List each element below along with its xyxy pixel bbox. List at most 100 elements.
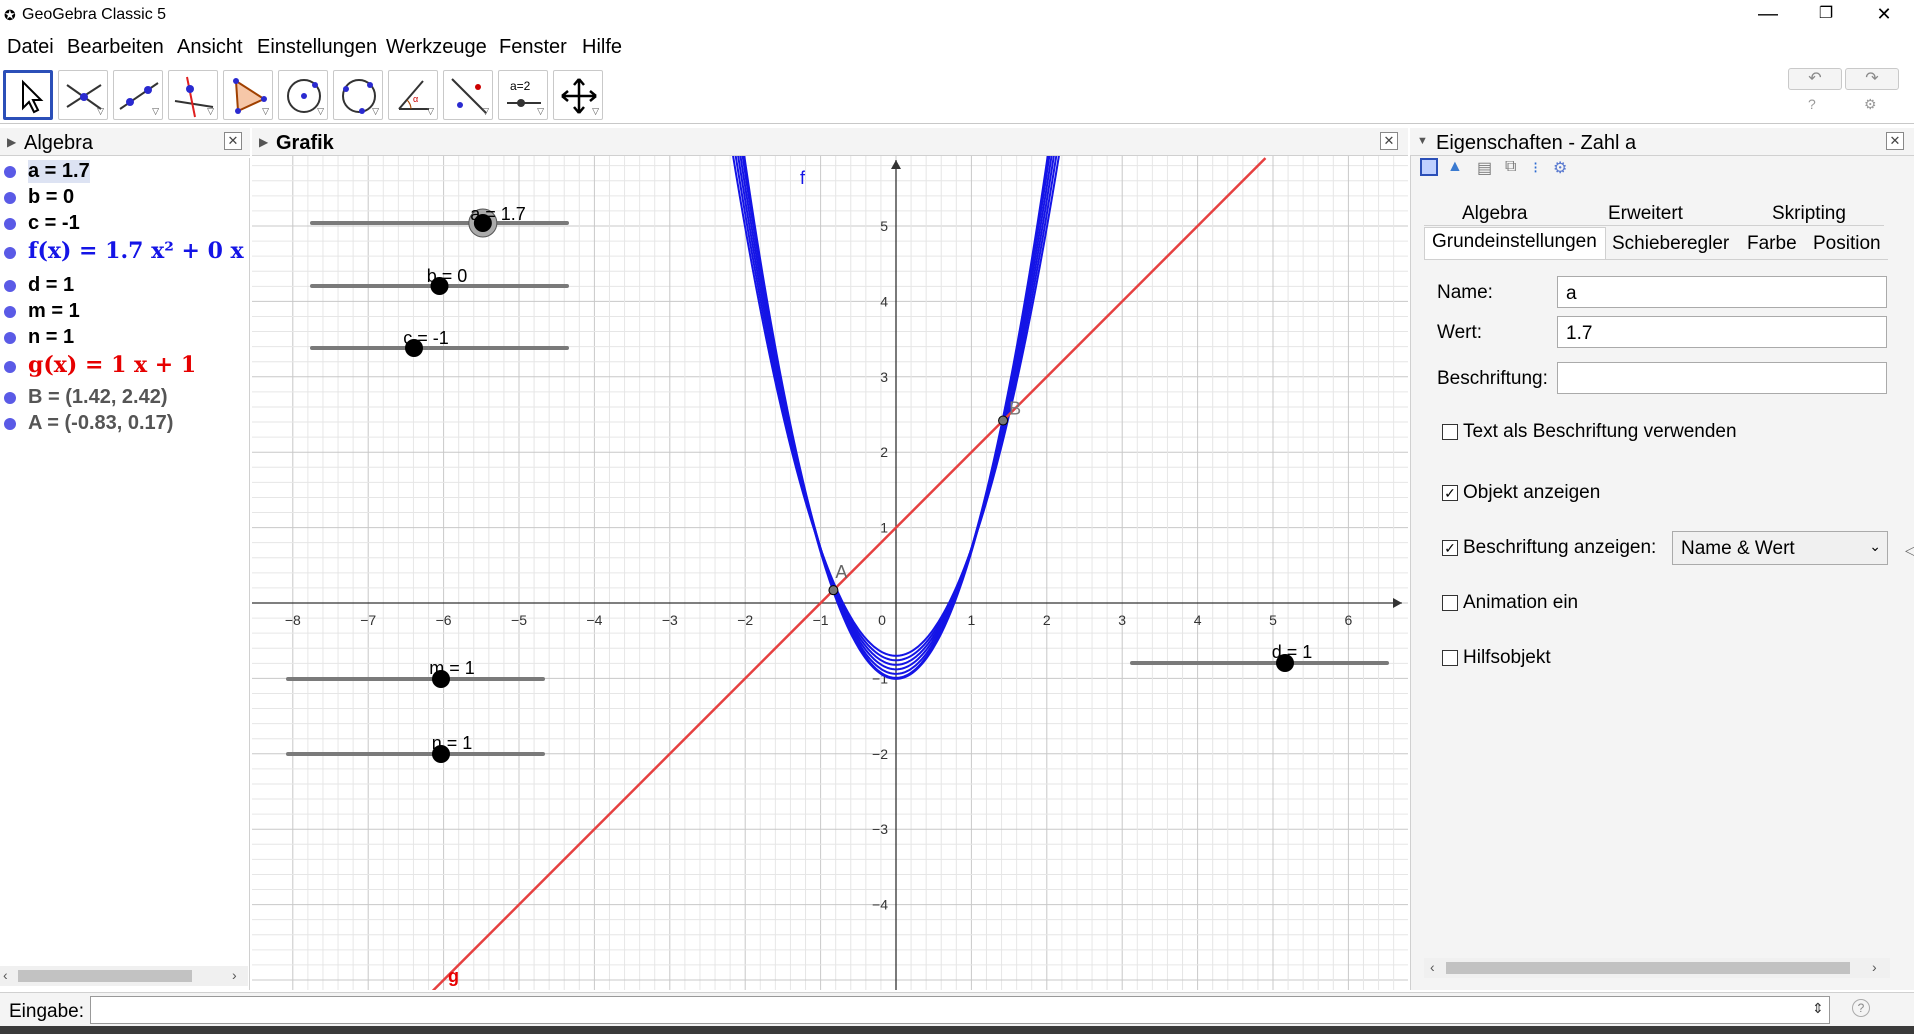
scrollbar-thumb[interactable] bbox=[18, 970, 192, 982]
more-icon[interactable]: ⁝ bbox=[1533, 158, 1538, 178]
parabola-f-curve[interactable] bbox=[736, 0, 1408, 680]
menu-werkzeuge[interactable]: Werkzeuge bbox=[386, 36, 487, 59]
tab-position[interactable]: Position bbox=[1813, 233, 1881, 255]
visibility-dot-icon[interactable] bbox=[4, 247, 16, 259]
menu-ansicht[interactable]: Ansicht bbox=[177, 36, 243, 59]
close-algebra-button[interactable]: ✕ bbox=[224, 132, 242, 150]
coordinate-plane[interactable]: −8 −7 −6 −5 −4 −3 −2 −1 0 1 2 3 4 5 654321−1−2−3−4ABfg… bbox=[252, 0, 1408, 1034]
line-tool-button[interactable]: ▽ bbox=[113, 70, 163, 120]
shapes-icon[interactable]: ▲ bbox=[1447, 158, 1463, 176]
caption-field[interactable] bbox=[1557, 362, 1887, 394]
scroll-left-icon[interactable]: ‹ bbox=[1430, 959, 1435, 975]
point-tool-button[interactable]: ▽ bbox=[58, 70, 108, 120]
algebra-item-g[interactable]: g(x) = 1 x + 1 bbox=[0, 352, 250, 382]
graphics-view[interactable]: −8 −7 −6 −5 −4 −3 −2 −1 0 1 2 3 4 5 6 5 4 3 2 1 −1 −2 −3 −4 A Bf g… bbox=[252, 0, 1408, 1034]
all-objects-icon[interactable] bbox=[1420, 158, 1438, 176]
properties-horizontal-scrollbar[interactable]: ‹ › bbox=[1424, 958, 1890, 978]
move-tool-button[interactable] bbox=[3, 70, 53, 120]
algebra-horizontal-scrollbar[interactable]: ‹ › bbox=[0, 966, 248, 986]
close-properties-button[interactable]: ✕ bbox=[1886, 132, 1904, 150]
scroll-right-icon[interactable]: › bbox=[1872, 959, 1877, 975]
algebra-item-f[interactable]: f(x) = 1.7 x² + 0 x − 1 bbox=[0, 238, 250, 268]
point-B[interactable] bbox=[998, 415, 1009, 426]
move-view-tool-button[interactable]: ▽ bbox=[553, 70, 603, 120]
parabola-f-curve[interactable] bbox=[725, 0, 1408, 657]
help-icon[interactable]: ? bbox=[1852, 999, 1870, 1017]
algebra-item-d[interactable]: d = 1 bbox=[0, 274, 250, 298]
perpendicular-tool-button[interactable]: ▽ bbox=[168, 70, 218, 120]
visibility-dot-icon[interactable] bbox=[4, 392, 16, 404]
undo-button[interactable]: ↶ bbox=[1788, 68, 1842, 90]
input-history-icon[interactable]: ⇕ bbox=[1812, 1000, 1824, 1017]
tab-farbe[interactable]: Farbe bbox=[1747, 233, 1797, 255]
scroll-right-icon[interactable]: › bbox=[232, 967, 237, 983]
minimize-button[interactable]: — bbox=[1740, 0, 1796, 30]
help-icon[interactable]: ? bbox=[1808, 96, 1816, 112]
visibility-dot-icon[interactable] bbox=[4, 218, 16, 230]
graphics-settings-icon[interactable]: ⧉ bbox=[1505, 158, 1516, 176]
reflect-tool-button[interactable]: ▽ bbox=[443, 70, 493, 120]
tab-schieberegler[interactable]: Schieberegler bbox=[1612, 233, 1729, 255]
panel-resize-handle-icon[interactable]: ◁ bbox=[1905, 542, 1914, 559]
algebra-item-B[interactable]: B = (1.42, 2.42) bbox=[0, 386, 250, 410]
x-axis-arrow-icon bbox=[1393, 598, 1402, 608]
caption-label: Beschriftung: bbox=[1437, 368, 1548, 389]
collapse-arrow-icon[interactable]: ▼ bbox=[1417, 135, 1428, 147]
menu-hilfe[interactable]: Hilfe bbox=[582, 36, 622, 59]
collapse-arrow-icon[interactable]: ▶ bbox=[259, 135, 268, 149]
algebra-item-b[interactable]: b = 0 bbox=[0, 186, 250, 210]
scroll-left-icon[interactable]: ‹ bbox=[3, 967, 8, 983]
redo-button[interactable]: ↷ bbox=[1845, 68, 1899, 90]
visibility-dot-icon[interactable] bbox=[4, 332, 16, 344]
menu-datei[interactable]: Datei bbox=[7, 36, 54, 59]
label-mode-dropdown[interactable]: Name & Wert ⌄ bbox=[1672, 531, 1888, 565]
close-graphics-button[interactable]: ✕ bbox=[1380, 132, 1398, 150]
point-A[interactable] bbox=[828, 585, 839, 596]
visibility-dot-icon[interactable] bbox=[4, 166, 16, 178]
tab-skripting[interactable]: Skripting bbox=[1772, 203, 1846, 225]
visibility-dot-icon[interactable] bbox=[4, 280, 16, 292]
title-bar: ✪ GeoGebra Classic 5 — ❐ ✕ bbox=[0, 0, 1914, 30]
auxiliary-checkbox[interactable] bbox=[1442, 650, 1458, 666]
visibility-dot-icon[interactable] bbox=[4, 192, 16, 204]
point-A-label: A bbox=[835, 562, 847, 582]
show-object-checkbox[interactable]: ✓ bbox=[1442, 485, 1458, 501]
show-label-checkbox[interactable]: ✓ bbox=[1442, 540, 1458, 556]
tab-grundeinstellungen[interactable]: Grundeinstellungen bbox=[1432, 231, 1597, 253]
text-caption-checkbox[interactable] bbox=[1442, 424, 1458, 440]
name-field[interactable]: a bbox=[1557, 276, 1887, 308]
algebra-item-c[interactable]: c = -1 bbox=[0, 212, 250, 236]
menu-fenster[interactable]: Fenster bbox=[499, 36, 567, 59]
value-field[interactable]: 1.7 bbox=[1557, 316, 1887, 348]
y-tick-label: 4 bbox=[880, 293, 888, 309]
menu-einstellungen[interactable]: Einstellungen bbox=[257, 36, 377, 59]
visibility-dot-icon[interactable] bbox=[4, 361, 16, 373]
close-window-button[interactable]: ✕ bbox=[1856, 0, 1912, 30]
y-tick-label: −3 bbox=[872, 821, 888, 837]
slider-tool-button[interactable]: a=2 ▽ bbox=[498, 70, 548, 120]
algebra-item-m[interactable]: m = 1 bbox=[0, 300, 250, 324]
visibility-dot-icon[interactable] bbox=[4, 306, 16, 318]
y-tick-label: 2 bbox=[880, 444, 888, 460]
input-field[interactable] bbox=[90, 996, 1830, 1024]
collapse-arrow-icon[interactable]: ▶ bbox=[7, 135, 16, 149]
algebra-item-n[interactable]: n = 1 bbox=[0, 326, 250, 350]
algebra-item-a[interactable]: a = 1.7 bbox=[0, 160, 250, 184]
algebra-item-A[interactable]: A = (-0.83, 0.17) bbox=[0, 412, 250, 436]
algebra-panel-title: Algebra bbox=[24, 132, 93, 154]
menu-bearbeiten[interactable]: Bearbeiten bbox=[67, 36, 164, 59]
conic-tool-button[interactable]: ▽ bbox=[333, 70, 383, 120]
maximize-button[interactable]: ❐ bbox=[1798, 0, 1854, 30]
angle-tool-button[interactable]: α ▽ bbox=[388, 70, 438, 120]
visibility-dot-icon[interactable] bbox=[4, 418, 16, 430]
polygon-tool-button[interactable]: ▽ bbox=[223, 70, 273, 120]
layout-icon[interactable]: ▤ bbox=[1477, 158, 1492, 178]
advanced-settings-icon[interactable]: ⚙ bbox=[1553, 158, 1567, 178]
gear-icon[interactable]: ⚙ bbox=[1864, 96, 1877, 113]
x-tick-label: −6 bbox=[436, 612, 452, 628]
animation-checkbox[interactable] bbox=[1442, 595, 1458, 611]
scrollbar-thumb[interactable] bbox=[1446, 962, 1850, 974]
circle-tool-button[interactable]: ▽ bbox=[278, 70, 328, 120]
tab-erweitert[interactable]: Erweitert bbox=[1608, 203, 1683, 225]
tab-algebra[interactable]: Algebra bbox=[1462, 203, 1528, 225]
